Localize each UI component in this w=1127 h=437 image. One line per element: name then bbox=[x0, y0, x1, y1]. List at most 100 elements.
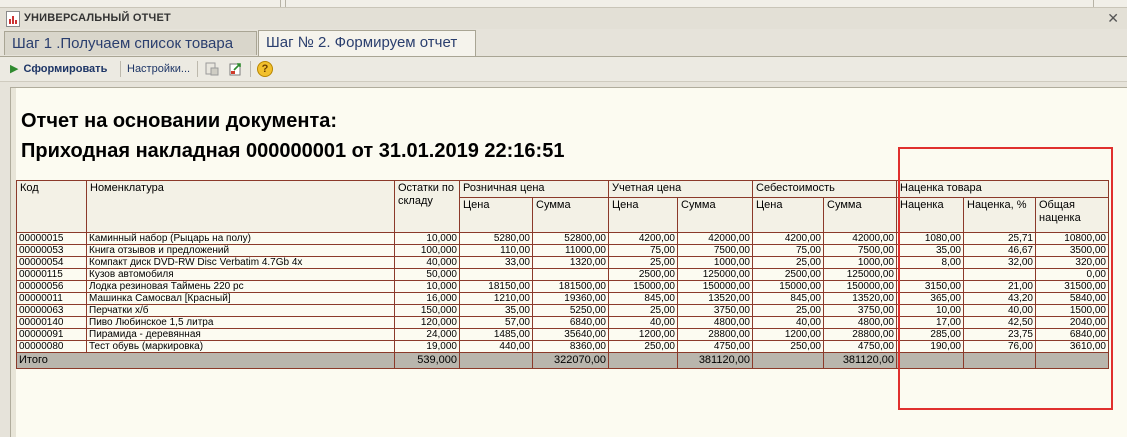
table-row: 00000011 Машинка Самосвал [Красный] 16,000… bbox=[16, 292, 1109, 305]
window-title: УНИВЕРСАЛЬНЫЙ ОТЧЕТ bbox=[24, 12, 171, 24]
total-empty bbox=[459, 352, 533, 369]
header-retail: Розничная цена bbox=[459, 180, 609, 198]
print-preview-icon[interactable] bbox=[204, 61, 220, 77]
cell-markup-pct: 42,50 bbox=[963, 316, 1036, 329]
cell-retail-price: 1210,00 bbox=[459, 292, 533, 305]
total-empty bbox=[896, 352, 964, 369]
cell-code: 00000015 bbox=[16, 232, 87, 245]
cell-name: Пирамида - деревянная bbox=[86, 328, 395, 341]
header-cost-sum: Сумма bbox=[823, 197, 897, 233]
header-retail-price: Цена bbox=[459, 197, 533, 233]
report-sheet: Отчет на основании документа: Приходная … bbox=[10, 87, 1127, 437]
cell-acc-price: 25,00 bbox=[608, 304, 678, 317]
cell-acc-sum: 1000,00 bbox=[677, 256, 753, 269]
cell-cost-price: 2500,00 bbox=[752, 268, 824, 281]
cell-markup-pct bbox=[963, 268, 1036, 281]
cell-markup-pct: 46,67 bbox=[963, 244, 1036, 257]
cell-cost-price: 250,00 bbox=[752, 340, 824, 353]
table-row: 00000054 Компакт диск DVD-RW Disc Verbati… bbox=[16, 256, 1109, 269]
help-icon[interactable]: ? bbox=[257, 61, 273, 77]
cell-markup: 365,00 bbox=[896, 292, 964, 305]
cell-cost-price: 75,00 bbox=[752, 244, 824, 257]
cell-stock: 50,000 bbox=[394, 268, 460, 281]
cell-cost-sum: 42000,00 bbox=[823, 232, 897, 245]
table-row: 00000053 Книга отзывов и предложений 100,0… bbox=[16, 244, 1109, 257]
tab-step-2[interactable]: Шаг № 2. Формируем отчет bbox=[258, 30, 476, 56]
cell-stock: 10,000 bbox=[394, 232, 460, 245]
cell-cost-sum: 7500,00 bbox=[823, 244, 897, 257]
settings-label: Настройки... bbox=[127, 63, 191, 75]
play-icon: ▶ bbox=[10, 63, 19, 75]
cell-retail-sum: 181500,00 bbox=[532, 280, 609, 293]
cell-acc-price: 4200,00 bbox=[608, 232, 678, 245]
cell-acc-sum: 125000,00 bbox=[677, 268, 753, 281]
cell-stock: 100,000 bbox=[394, 244, 460, 257]
total-empty bbox=[608, 352, 678, 369]
cell-markup: 35,00 bbox=[896, 244, 964, 257]
cell-retail-sum: 35640,00 bbox=[532, 328, 609, 341]
cell-code: 00000080 bbox=[16, 340, 87, 353]
cell-cost-price: 25,00 bbox=[752, 304, 824, 317]
cell-acc-sum: 4800,00 bbox=[677, 316, 753, 329]
header-name: Номенклатура bbox=[86, 180, 395, 233]
cell-markup-total: 1500,00 bbox=[1035, 304, 1109, 317]
cell-markup-pct: 32,00 bbox=[963, 256, 1036, 269]
cell-acc-sum: 150000,00 bbox=[677, 280, 753, 293]
tab-step-1[interactable]: Шаг 1 .Получаем список товара bbox=[4, 31, 257, 55]
cell-markup-pct: 25,71 bbox=[963, 232, 1036, 245]
total-stock: 539,000 bbox=[394, 352, 460, 369]
cell-stock: 10,000 bbox=[394, 280, 460, 293]
cell-code: 00000053 bbox=[16, 244, 87, 257]
cell-markup-pct: 40,00 bbox=[963, 304, 1036, 317]
toolbar: ▶ Сформировать Настройки... ? bbox=[0, 57, 1127, 82]
cell-markup: 17,00 bbox=[896, 316, 964, 329]
cell-name: Кузов автомобиля bbox=[86, 268, 395, 281]
cell-name: Компакт диск DVD-RW Disc Verbatim 4.7Gb … bbox=[86, 256, 395, 269]
cell-cost-price: 1200,00 bbox=[752, 328, 824, 341]
close-icon[interactable]: ✕ bbox=[1107, 10, 1119, 27]
cell-acc-price: 75,00 bbox=[608, 244, 678, 257]
cell-retail-sum: 19360,00 bbox=[532, 292, 609, 305]
table-row: 00000080 Тест обувь (маркировка) 19,000 440… bbox=[16, 340, 1109, 353]
cell-acc-sum: 4750,00 bbox=[677, 340, 753, 353]
cell-acc-price: 1200,00 bbox=[608, 328, 678, 341]
cell-retail-price bbox=[459, 268, 533, 281]
cell-retail-price: 18150,00 bbox=[459, 280, 533, 293]
cell-markup-total: 31500,00 bbox=[1035, 280, 1109, 293]
cell-cost-price: 25,00 bbox=[752, 256, 824, 269]
cell-retail-sum: 1320,00 bbox=[532, 256, 609, 269]
cell-retail-price: 110,00 bbox=[459, 244, 533, 257]
cell-acc-sum: 42000,00 bbox=[677, 232, 753, 245]
cell-name: Пиво Любинское 1,5 литра bbox=[86, 316, 395, 329]
total-cost-sum: 381120,00 bbox=[823, 352, 897, 369]
table-row: 00000063 Перчатки х/б 150,000 35,00 5250,00 2… bbox=[16, 304, 1109, 317]
cell-retail-sum: 5250,00 bbox=[532, 304, 609, 317]
cell-retail-sum: 11000,00 bbox=[532, 244, 609, 257]
cell-cost-price: 40,00 bbox=[752, 316, 824, 329]
header-stock: Остатки по складу bbox=[394, 180, 460, 233]
export-icon[interactable] bbox=[228, 61, 244, 77]
top-scroll-strip bbox=[0, 0, 1127, 8]
cell-name: Тест обувь (маркировка) bbox=[86, 340, 395, 353]
toolbar-separator bbox=[120, 61, 121, 77]
window-titlebar: УНИВЕРСАЛЬНЫЙ ОТЧЕТ ✕ bbox=[0, 8, 1127, 30]
header-cost: Себестоимость bbox=[752, 180, 897, 198]
cell-cost-sum: 4800,00 bbox=[823, 316, 897, 329]
cell-acc-sum: 3750,00 bbox=[677, 304, 753, 317]
cell-acc-price: 845,00 bbox=[608, 292, 678, 305]
total-label: Итого bbox=[16, 352, 395, 369]
cell-markup bbox=[896, 268, 964, 281]
table-row: 00000091 Пирамида - деревянная 24,000 1485,… bbox=[16, 328, 1109, 341]
cell-markup-total: 5840,00 bbox=[1035, 292, 1109, 305]
cell-code: 00000054 bbox=[16, 256, 87, 269]
cell-markup-total: 10800,00 bbox=[1035, 232, 1109, 245]
cell-cost-price: 845,00 bbox=[752, 292, 824, 305]
settings-button[interactable]: Настройки... bbox=[127, 60, 190, 78]
cell-code: 00000011 bbox=[16, 292, 87, 305]
cell-acc-price: 25,00 bbox=[608, 256, 678, 269]
cell-cost-sum: 4750,00 bbox=[823, 340, 897, 353]
generate-button[interactable]: ▶ Сформировать bbox=[10, 60, 107, 78]
cell-code: 00000063 bbox=[16, 304, 87, 317]
cell-code: 00000140 bbox=[16, 316, 87, 329]
cell-name: Машинка Самосвал [Красный] bbox=[86, 292, 395, 305]
